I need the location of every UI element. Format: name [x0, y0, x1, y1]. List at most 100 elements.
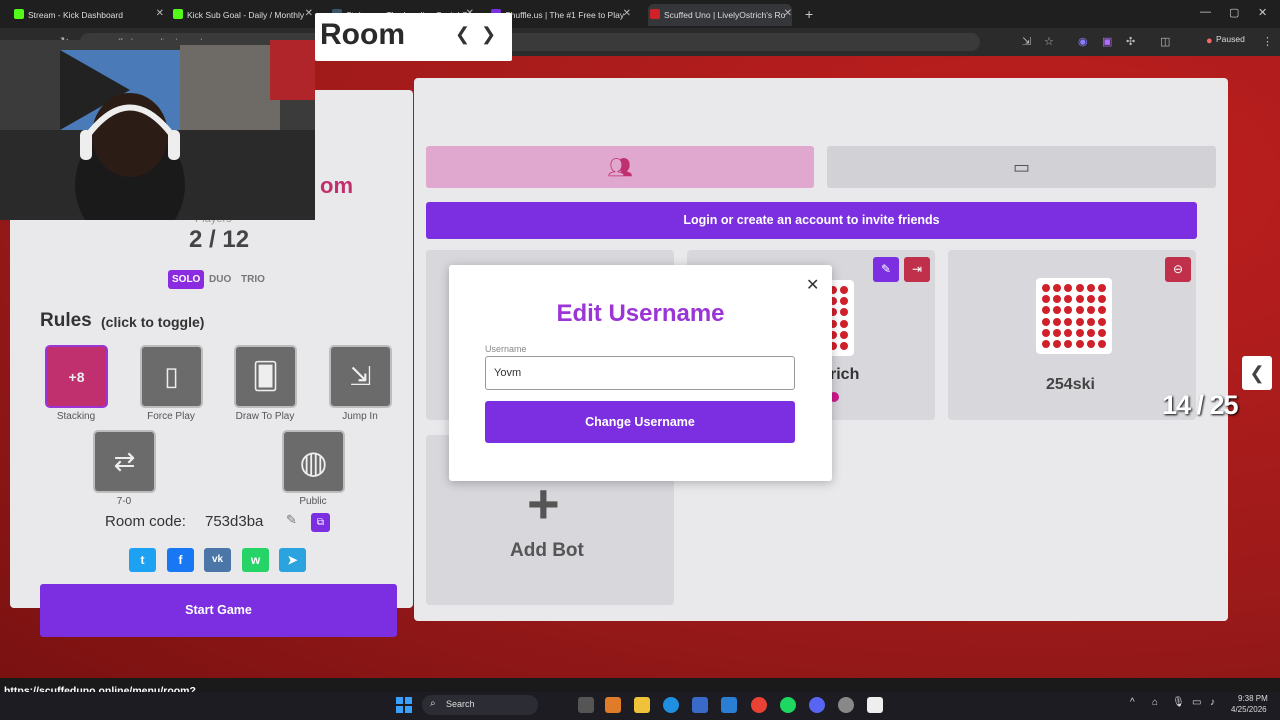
tab-players[interactable]: 👥︎ [426, 146, 814, 188]
obs-icon[interactable] [838, 697, 854, 713]
leave-room-button[interactable]: ⇥ [904, 257, 930, 282]
webcam-overlay [0, 40, 315, 220]
username-input[interactable] [485, 356, 795, 390]
edit-player-button[interactable]: ✎ [873, 257, 899, 282]
share-vk-button[interactable]: vk [204, 548, 231, 572]
webcam-feed [0, 40, 315, 220]
copy-icon: ⧉ [316, 517, 325, 528]
username-label: Username [485, 344, 527, 354]
menu-kebab-icon[interactable]: ⋮ [1262, 35, 1273, 48]
chevron-left-icon[interactable]: ❮ [455, 24, 470, 45]
chrome-icon[interactable] [751, 697, 767, 713]
tab-title: Scuffed Uno | LivelyOstrich's Ro [664, 10, 786, 20]
extensions-puzzle-icon[interactable]: ✣ [1126, 35, 1135, 48]
rules-hint: (click to toggle) [101, 314, 205, 330]
plus-icon: + [527, 472, 560, 535]
jump-in-icon: ⇲ [349, 361, 372, 391]
room-code-label: Room code: [105, 513, 186, 530]
rule-label: Force Play [147, 411, 195, 422]
extension-icon[interactable]: ◉ [1078, 35, 1088, 48]
rule-label: Public [299, 496, 327, 507]
rule-draw-to-play-toggle[interactable]: 🂠 [234, 345, 297, 408]
task-view-icon[interactable] [578, 697, 594, 713]
user-minus-icon: ⊖ [1172, 262, 1184, 276]
paused-status[interactable]: Paused [1216, 34, 1245, 44]
tab-title: Kick Sub Goal - Daily / Monthly [187, 10, 305, 20]
rule-label: Jump In [342, 411, 378, 422]
seven-zero-icon: ⇄ [113, 446, 136, 476]
kick-player-button[interactable]: ⊖ [1165, 257, 1191, 282]
modal-title: Edit Username [556, 300, 725, 327]
chevron-right-icon[interactable]: ❯ [481, 24, 496, 45]
discord-icon[interactable] [809, 697, 825, 713]
stacking-icon: +8 [68, 368, 85, 385]
player-name: rich [830, 366, 860, 383]
file-explorer-icon[interactable] [634, 697, 650, 713]
monitor-icon[interactable]: ▭ [1192, 697, 1201, 708]
chevron-left-icon[interactable]: ❮ [1242, 356, 1272, 390]
store-icon[interactable] [692, 697, 708, 713]
copy-code-button[interactable]: ⧉ [311, 513, 330, 532]
maximize-icon[interactable]: ▢ [1229, 6, 1239, 19]
avatar [1036, 278, 1112, 354]
invite-friends-button[interactable]: Login or create an account to invite fri… [426, 202, 1197, 239]
volume-icon[interactable]: ♪ [1210, 697, 1215, 708]
browser-tab-shuffle[interactable]: Shuffle.us | The #1 Free to Play ✕ [491, 4, 631, 26]
panel-heading: om [320, 173, 353, 198]
profile-icon[interactable]: ● [1206, 35, 1213, 47]
share-whatsapp-button[interactable]: w [242, 548, 269, 572]
tab-close-icon[interactable]: ✕ [623, 8, 631, 19]
tab-close-icon[interactable]: ✕ [305, 8, 313, 19]
sidepanel-icon[interactable]: ◫ [1160, 35, 1170, 48]
microphone-icon[interactable]: 🎙︎ [1172, 697, 1185, 708]
clock-time[interactable]: 9:38 PM [1238, 694, 1268, 703]
team-duo-button[interactable]: DUO [205, 270, 235, 289]
team-trio-button[interactable]: TRIO [237, 270, 269, 289]
start-game-button[interactable]: Start Game [40, 584, 397, 637]
rule-public-toggle[interactable]: ◍ [282, 430, 345, 493]
users-icon: 👥︎ [607, 156, 633, 179]
rule-seven-zero-toggle[interactable]: ⇄ [93, 430, 156, 493]
close-icon[interactable]: ✕ [806, 275, 819, 295]
change-username-button[interactable]: Change Username [485, 401, 795, 443]
tray-chevron-icon[interactable]: ^ [1130, 697, 1135, 708]
globe-icon: ◍ [299, 443, 328, 480]
tab-chat[interactable]: ▭ [827, 146, 1216, 188]
browser-tab-kick-sub-goal[interactable]: Kick Sub Goal - Daily / Monthly ✕ [173, 4, 313, 26]
spotify-icon[interactable] [780, 697, 796, 713]
minimize-icon[interactable]: — [1200, 6, 1211, 18]
player-name: 254ski [1046, 376, 1095, 393]
new-tab-icon[interactable]: + [805, 6, 813, 22]
windows-start-icon[interactable] [396, 697, 412, 713]
app-icon[interactable] [721, 697, 737, 713]
add-bot-label: Add Bot [510, 540, 584, 561]
share-telegram-button[interactable]: ➤ [279, 548, 306, 572]
taskbar-search[interactable]: ⌕ Search [422, 695, 538, 715]
share-twitter-button[interactable]: t [129, 548, 156, 572]
player-card [948, 250, 1196, 420]
clock-date[interactable]: 4/25/2026 [1231, 705, 1267, 714]
bookmark-star-icon[interactable]: ☆ [1044, 35, 1054, 48]
rule-stacking-toggle[interactable]: +8 [45, 345, 108, 408]
rule-label: 7-0 [116, 496, 132, 507]
edit-code-icon[interactable]: ✎ [286, 512, 297, 528]
twitch-extension-icon[interactable]: ▣ [1102, 35, 1112, 48]
rule-force-play-toggle[interactable]: ▯ [140, 345, 203, 408]
team-solo-button[interactable]: SOLO [168, 270, 205, 289]
rule-jump-in-toggle[interactable]: ⇲ [329, 345, 392, 408]
share-facebook-button[interactable]: f [167, 548, 194, 572]
browser-tab-scuffed-uno[interactable]: Scuffed Uno | LivelyOstrich's Ro ✕ [648, 4, 792, 26]
close-window-icon[interactable]: ✕ [1258, 6, 1267, 19]
browser-tab-kick-dashboard[interactable]: Stream - Kick Dashboard ✕ [14, 4, 164, 26]
tab-close-icon[interactable]: ✕ [784, 8, 792, 19]
network-icon[interactable]: ⌂ [1152, 697, 1158, 708]
edge-icon[interactable] [663, 697, 679, 713]
install-icon[interactable]: ⇲ [1022, 35, 1031, 48]
room-code-value: 753d3ba [205, 513, 264, 530]
tab-close-icon[interactable]: ✕ [156, 8, 164, 19]
tab-title: Shuffle.us | The #1 Free to Play [505, 10, 625, 20]
search-label: Search [446, 699, 475, 709]
app-icon[interactable] [867, 697, 883, 713]
search-icon: ⌕ [430, 698, 436, 709]
copilot-icon[interactable] [605, 697, 621, 713]
